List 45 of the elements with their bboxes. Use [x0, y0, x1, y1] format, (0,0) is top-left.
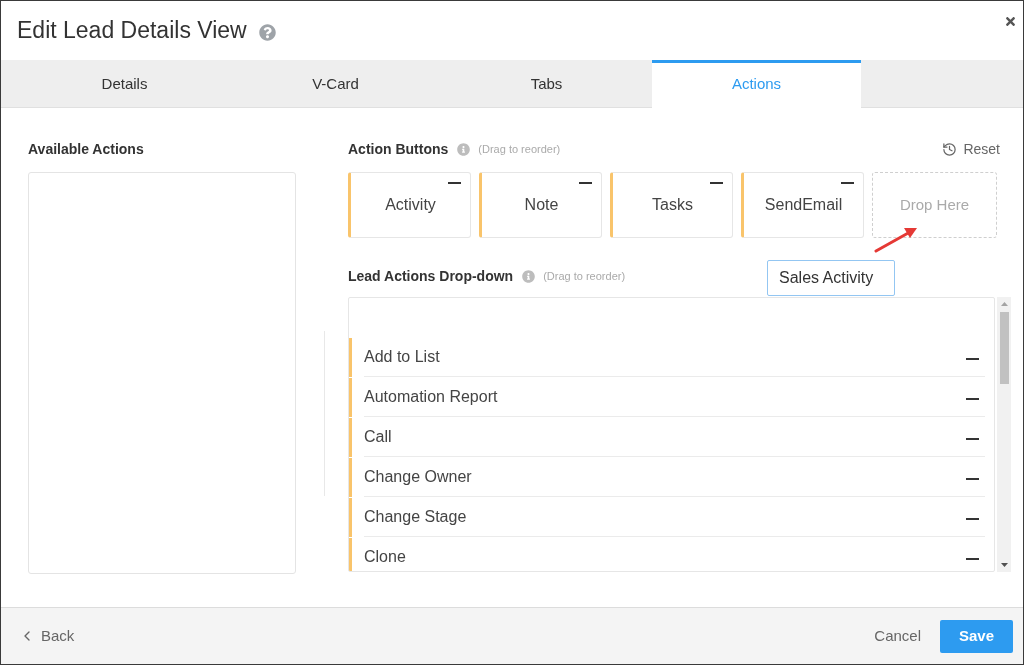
minus-icon[interactable]: [966, 478, 979, 480]
list-row[interactable]: Automation Report: [349, 378, 994, 417]
pointer-arrow: [874, 225, 918, 253]
action-card[interactable]: Tasks: [610, 172, 733, 238]
action-card[interactable]: Activity: [348, 172, 471, 238]
back-button[interactable]: Back: [19, 624, 75, 648]
list-row[interactable]: Change Stage: [349, 498, 994, 537]
list-row[interactable]: Call: [349, 418, 994, 457]
action-card[interactable]: SendEmail: [741, 172, 864, 238]
action-card[interactable]: Note: [479, 172, 602, 238]
tab[interactable]: Details: [19, 60, 230, 108]
section-heading: Lead Actions Drop-down: [348, 266, 514, 286]
minus-icon[interactable]: [966, 358, 979, 360]
minus-icon[interactable]: [841, 182, 854, 184]
scrollbar-thumb[interactable]: [999, 312, 1009, 384]
tab[interactable]: V-Card: [230, 60, 441, 108]
scroll-up-icon[interactable]: [1000, 302, 1008, 306]
section-heading: Available Actions: [28, 140, 145, 159]
info-icon[interactable]: [457, 142, 471, 156]
minus-icon[interactable]: [710, 182, 723, 184]
hint-text: (Drag to reorder): [543, 268, 626, 284]
list-row[interactable]: Clone: [349, 538, 994, 571]
list-row[interactable]: Change Owner: [349, 458, 994, 497]
close-button[interactable]: [1003, 14, 1017, 28]
minus-icon[interactable]: [579, 182, 592, 184]
minus-icon[interactable]: [966, 398, 979, 400]
history-icon: [942, 141, 958, 157]
list-row[interactable]: Add to List: [349, 338, 994, 377]
help-icon[interactable]: [258, 23, 276, 41]
info-icon[interactable]: [522, 269, 536, 283]
dialog-title: Edit Lead Details View: [17, 19, 247, 42]
minus-icon[interactable]: [966, 558, 979, 560]
scrollbar[interactable]: [997, 297, 1011, 572]
section-heading: Action Buttons: [348, 139, 449, 159]
scroll-down-icon[interactable]: [1000, 563, 1008, 567]
close-icon: [1003, 14, 1017, 28]
tab[interactable]: Tabs: [441, 60, 652, 108]
reset-button[interactable]: Reset: [942, 138, 1000, 160]
drop-zone-label: Drop Here: [899, 194, 970, 215]
minus-icon[interactable]: [448, 182, 461, 184]
hint-text: (Drag to reorder): [478, 141, 561, 157]
dragged-item[interactable]: Sales Activity: [767, 260, 895, 296]
cancel-button[interactable]: Cancel: [874, 624, 921, 648]
minus-icon[interactable]: [966, 438, 979, 440]
minus-icon[interactable]: [966, 518, 979, 520]
